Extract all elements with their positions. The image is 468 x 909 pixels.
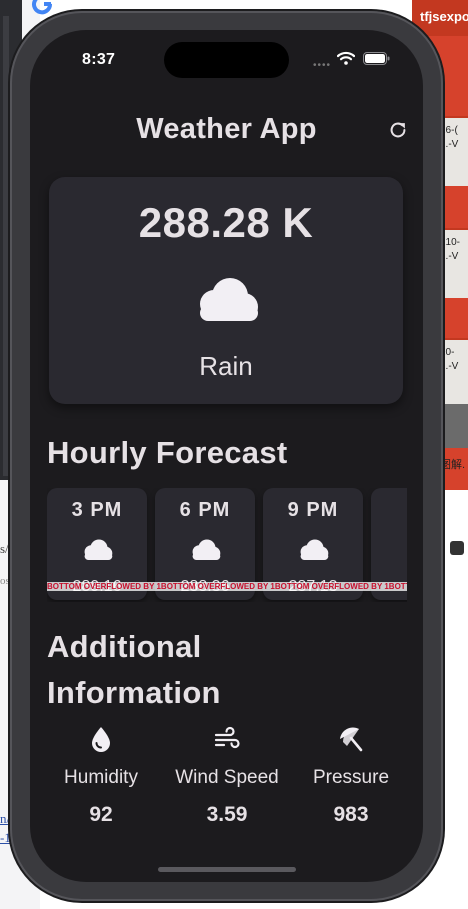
dynamic-island: [164, 42, 289, 78]
wind-speed-item: Wind Speed 3.59: [167, 725, 287, 827]
cloud-icon: [300, 539, 329, 561]
wind-speed-value: 3.59: [206, 803, 248, 826]
pressure-label: Pressure: [312, 767, 390, 788]
cloud-icon: [84, 539, 113, 561]
hourly-forecast-title: Hourly Forecast: [47, 435, 288, 470]
desktop-text: s/: [0, 541, 9, 556]
additional-info-title-line2: Information: [47, 675, 221, 710]
hourly-time: 6 PM: [179, 499, 231, 521]
hourly-time: 3 PM: [71, 499, 123, 521]
cloud-icon: [200, 278, 258, 321]
cloud-icon: [404, 539, 407, 561]
signal-icon: ••••: [313, 60, 332, 71]
beach-access-icon: [340, 727, 363, 752]
app-screen: 8:37 •••• Weather App 288.28 K Rain Hour…: [30, 30, 423, 882]
hourly-time: 12: [371, 499, 407, 522]
humidity-value: 92: [89, 803, 113, 826]
additional-info-title-line1: Additional: [47, 629, 202, 664]
current-weather-card: 288.28 K Rain: [49, 177, 403, 404]
pressure-item: Pressure 983: [291, 725, 411, 827]
hourly-time: 9 PM: [287, 499, 339, 521]
current-temperature: 288.28 K: [138, 199, 314, 246]
cloud-icon: [192, 539, 221, 561]
pressure-value: 983: [333, 803, 369, 826]
desktop-text: os: [0, 575, 10, 587]
phone-frame: 8:37 •••• Weather App 288.28 K Rain Hour…: [10, 11, 443, 901]
humidity-item: Humidity 92: [41, 725, 161, 827]
google-logo-icon: [32, 0, 53, 15]
status-bar: 8:37 ••••: [30, 30, 423, 86]
battery-icon: [363, 52, 390, 65]
water-drop-icon: [92, 727, 110, 752]
wind-icon: [214, 726, 240, 749]
humidity-label: Humidity: [64, 767, 138, 788]
status-time: 8:37: [82, 51, 116, 68]
wind-speed-label: Wind Speed: [175, 767, 279, 788]
weather-condition: Rain: [199, 351, 253, 381]
additional-info-title: Additional Information: [47, 624, 221, 716]
desktop-window-strip: [3, 16, 9, 476]
browser-extension-icon[interactable]: [450, 541, 464, 555]
wifi-icon: [337, 51, 355, 65]
refresh-icon[interactable]: [387, 119, 409, 141]
home-indicator[interactable]: [158, 867, 296, 872]
app-title: Weather App: [136, 113, 317, 145]
overflow-warning-stripe: BOTTOM OVERFLOWED BY 1BOTTOM OVERFLOWED …: [47, 582, 407, 591]
